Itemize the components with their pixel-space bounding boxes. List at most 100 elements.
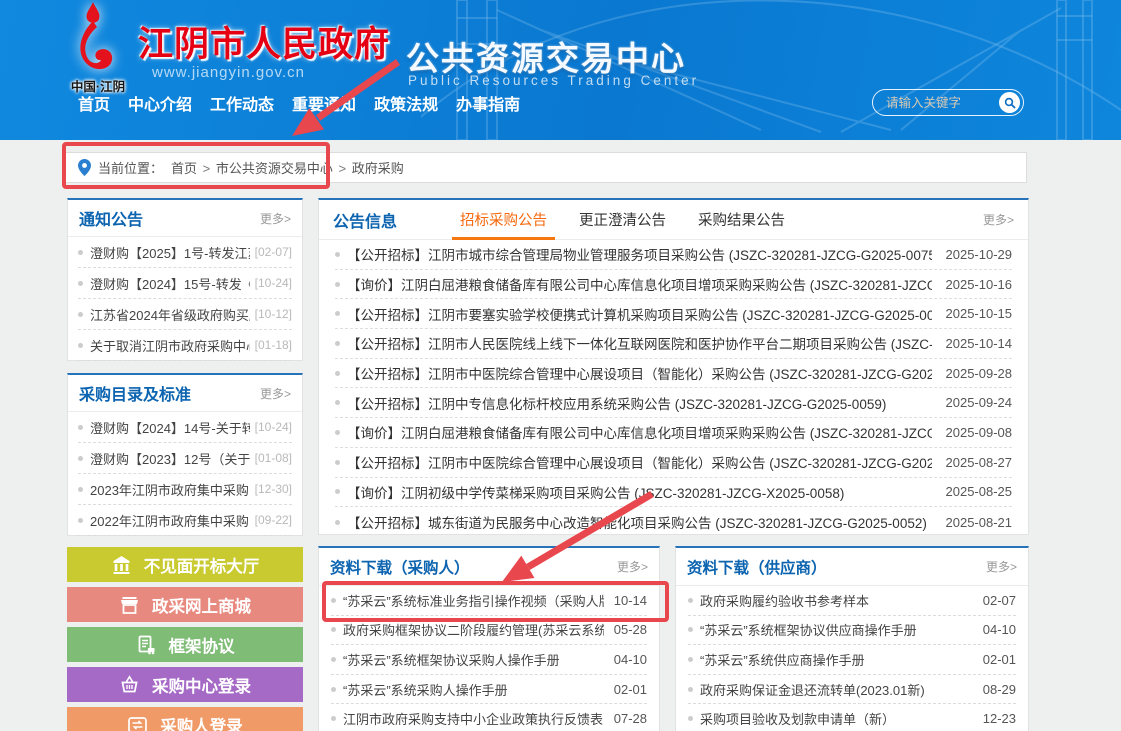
quick-link-framework-agreement[interactable]: 框架协议 xyxy=(67,627,303,662)
tab-bid-procurement[interactable]: 招标采购公告 xyxy=(457,200,550,239)
bullet-dot xyxy=(78,281,83,286)
bullet-dot xyxy=(331,598,336,603)
catalog-list-item[interactable]: 2023年江阴市政府集中采购目... [12-30] xyxy=(78,474,292,505)
announcement-item[interactable]: 【公开招标】江阴市人民医院线上线下一体化互联网医院和医护协作平台二期项目采购公告… xyxy=(335,329,1012,359)
downloads-buyer-more-link[interactable]: 更多> xyxy=(617,558,648,575)
item-date: 04-10 xyxy=(614,652,647,667)
announcement-item[interactable]: 【公开招标】江阴中专信息化标杆校应用系统采购公告 (JSZC-320281-JZ… xyxy=(335,388,1012,418)
site-title: 江阴市人民政府 xyxy=(138,16,390,67)
exchange-icon xyxy=(127,715,148,731)
tab-correction[interactable]: 更正澄清公告 xyxy=(576,200,669,239)
storefront-icon xyxy=(119,595,140,615)
download-item[interactable]: 江阴市政府采购支持中小企业政策执行反馈表 07-28 xyxy=(331,704,647,731)
download-item[interactable]: 采购项目验收及划款申请单（新） 12-23 xyxy=(688,704,1016,731)
catalog-list-item[interactable]: 澄财购【2024】14号-关于转... [10-24] xyxy=(78,412,292,443)
breadcrumb-link[interactable]: 市公共资源交易中心 xyxy=(216,161,333,176)
nav-item[interactable]: 首页 xyxy=(78,91,110,115)
downloads-buyer-title: 资料下载（采购人） xyxy=(330,556,470,578)
nav-item[interactable]: 政策法规 xyxy=(374,91,438,115)
nav-item[interactable]: 中心介绍 xyxy=(128,91,192,115)
tab-results[interactable]: 采购结果公告 xyxy=(695,200,788,239)
bank-icon xyxy=(111,555,132,575)
quick-link-label: 框架协议 xyxy=(169,633,235,657)
catalog-list: 澄财购【2024】14号-关于转... [10-24] 澄财购【2023】12号… xyxy=(68,412,302,536)
download-item[interactable]: “苏采云”系统框架协议供应商操作手册 04-10 xyxy=(688,616,1016,646)
nav-item[interactable]: 工作动态 xyxy=(210,91,274,115)
notice-list-item[interactable]: 江苏省2024年省级政府购买服... [10-12] xyxy=(78,299,292,330)
notice-list-item[interactable]: 关于取消江阴市政府采购中心... [01-18] xyxy=(78,330,292,361)
basket-icon xyxy=(119,675,140,695)
downloads-buyer-header: 资料下载（采购人） 更多> xyxy=(319,548,659,586)
download-item[interactable]: “苏采云”系统采购人操作手册 02-01 xyxy=(331,675,647,705)
breadcrumb-link[interactable]: 政府采购 xyxy=(352,161,404,176)
item-title: 2023年江阴市政府集中采购目... xyxy=(90,480,250,499)
announcements-tabs: 招标采购公告 更正澄清公告 采购结果公告 xyxy=(457,200,788,239)
quick-link-buyer-login[interactable]: 采购人登录 xyxy=(67,707,303,731)
item-title: 澄财购【2025】1号-转发江苏... xyxy=(90,243,250,262)
announcement-item[interactable]: 【公开招标】江阴市中医院综合管理中心展设项目（智能化）采购公告 (JSZC-32… xyxy=(335,359,1012,389)
announcement-item[interactable]: 【公开招标】江阴市城市综合管理局物业管理服务项目采购公告 (JSZC-32028… xyxy=(335,240,1012,270)
quick-link-bid-hall[interactable]: 不见面开标大厅 xyxy=(67,547,303,582)
notice-list-item[interactable]: 澄财购【2024】15号-转发《... [10-24] xyxy=(78,268,292,299)
announcements-more-link[interactable]: 更多> xyxy=(983,211,1014,228)
item-title: 澄财购【2023】12号（关于转... xyxy=(90,449,250,468)
item-date: 2025-09-24 xyxy=(946,395,1013,410)
nav-item[interactable]: 办事指南 xyxy=(456,91,520,115)
bullet-dot xyxy=(688,627,693,632)
item-date: 10-14 xyxy=(614,593,647,608)
announcements-panel: 公告信息 招标采购公告 更正澄清公告 采购结果公告 更多> 【公开招标】江阴市城… xyxy=(318,198,1029,535)
download-item[interactable]: 政府采购框架协议二阶段履约管理(苏采云系统操... 05-28 xyxy=(331,616,647,646)
announcement-item[interactable]: 【公开招标】江阴市要塞实验学校便携式计算机采购项目采购公告 (JSZC-3202… xyxy=(335,299,1012,329)
catalog-panel-header: 采购目录及标准 更多> xyxy=(68,375,302,412)
announcements-title: 公告信息 xyxy=(333,208,397,232)
item-title: 【公开招标】江阴市中医院综合管理中心展设项目（智能化）采购公告 (JSZC-32… xyxy=(347,363,932,383)
search-button[interactable] xyxy=(999,92,1020,113)
item-date: [10-24] xyxy=(255,276,292,290)
nav-item[interactable]: 重要通知 xyxy=(292,91,356,115)
catalog-list-item[interactable]: 2022年江阴市政府集中采购目... [09-22] xyxy=(78,505,292,536)
download-item[interactable]: “苏采云”系统框架协议采购人操作手册 04-10 xyxy=(331,645,647,675)
main-nav: 首页中心介绍工作动态重要通知政策法规办事指南 xyxy=(78,91,520,115)
bullet-dot xyxy=(335,489,340,494)
breadcrumb-link[interactable]: 首页 xyxy=(171,161,197,176)
jiangyin-logo-icon xyxy=(66,2,120,76)
announcement-item[interactable]: 【询价】江阴白屈港粮食储备库有限公司中心库信息化项目增项采购采购公告 (JSZC… xyxy=(335,418,1012,448)
announcement-item[interactable]: 【询价】江阴初级中学传菜梯采购项目采购公告 (JSZC-320281-JZCG-… xyxy=(335,478,1012,508)
item-date: [09-22] xyxy=(255,513,292,527)
notice-list-item[interactable]: 澄财购【2025】1号-转发江苏... [02-07] xyxy=(78,237,292,268)
announcement-item[interactable]: 【询价】江阴白屈港粮食储备库有限公司中心库信息化项目增项采购采购公告 (JSZC… xyxy=(335,270,1012,300)
catalog-more-link[interactable]: 更多> xyxy=(260,385,291,402)
item-date: 2025-08-25 xyxy=(946,484,1013,499)
item-date: 2025-09-08 xyxy=(946,425,1013,440)
item-date: [01-18] xyxy=(255,338,292,352)
item-title: “苏采云”系统框架协议采购人操作手册 xyxy=(343,650,604,669)
notice-more-link[interactable]: 更多> xyxy=(260,210,291,227)
item-date: 2025-08-21 xyxy=(946,515,1013,530)
bullet-dot xyxy=(335,460,340,465)
item-title: 【询价】江阴白屈港粮食储备库有限公司中心库信息化项目增项采购采购公告 (JSZC… xyxy=(347,274,932,294)
quick-link-online-mall[interactable]: 政采网上商城 xyxy=(67,587,303,622)
download-item[interactable]: “苏采云”系统标准业务指引操作视频（采购人版... 10-14 xyxy=(331,586,647,616)
download-item[interactable]: “苏采云”系统供应商操作手册 02-01 xyxy=(688,645,1016,675)
item-date: [02-07] xyxy=(255,245,292,259)
announcement-item[interactable]: 【公开招标】江阴市中医院综合管理中心展设项目（智能化）采购公告 (JSZC-32… xyxy=(335,448,1012,478)
item-date: 02-07 xyxy=(983,593,1016,608)
search-icon xyxy=(1004,97,1016,109)
quick-link-center-login[interactable]: 采购中心登录 xyxy=(67,667,303,702)
item-title: 澄财购【2024】15号-转发《... xyxy=(90,274,250,293)
downloads-supplier-list: 政府采购履约验收书参考样本 02-07 “苏采云”系统框架协议供应商操作手册 0… xyxy=(676,586,1028,731)
item-title: 【询价】江阴初级中学传菜梯采购项目采购公告 (JSZC-320281-JZCG-… xyxy=(347,482,932,502)
page: 中国·江阴 江阴市人民政府 www.jiangyin.gov.cn 公共资源交易… xyxy=(0,0,1121,731)
downloads-supplier-more-link[interactable]: 更多> xyxy=(986,558,1017,575)
item-date: 05-28 xyxy=(614,622,647,637)
download-item[interactable]: 政府采购履约验收书参考样本 02-07 xyxy=(688,586,1016,616)
item-title: 政府采购保证金退还流转单(2023.01新) xyxy=(700,680,973,699)
quick-link-label: 采购人登录 xyxy=(160,713,243,731)
catalog-list-item[interactable]: 澄财购【2023】12号（关于转... [01-08] xyxy=(78,443,292,474)
site-url: www.jiangyin.gov.cn xyxy=(152,64,305,81)
bullet-dot xyxy=(78,456,83,461)
search-input[interactable] xyxy=(873,96,999,110)
download-item[interactable]: 政府采购保证金退还流转单(2023.01新) 08-29 xyxy=(688,675,1016,705)
announcement-item[interactable]: 【公开招标】城东街道为民服务中心改造智能化项目采购公告 (JSZC-320281… xyxy=(335,507,1012,537)
quick-link-label: 采购中心登录 xyxy=(152,673,251,697)
